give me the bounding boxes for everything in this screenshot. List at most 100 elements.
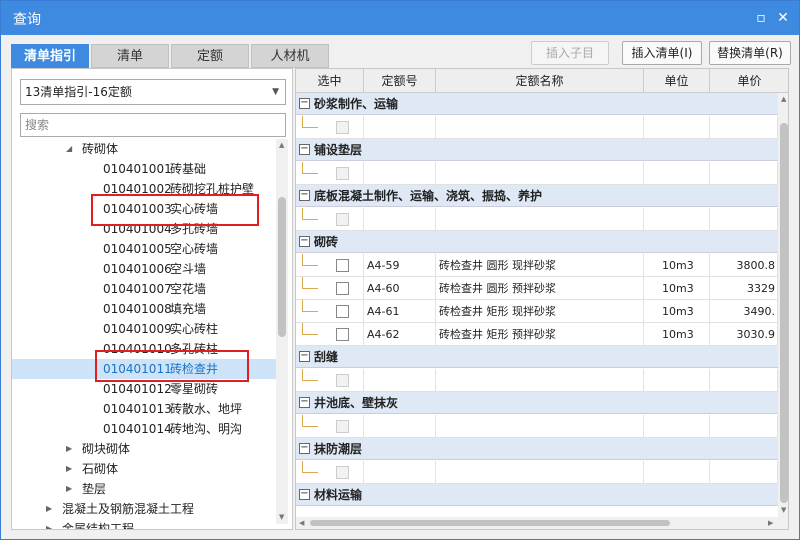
collapse-minus-icon[interactable]: − [299,236,310,247]
collapse-minus-icon[interactable]: − [299,489,310,500]
group-row[interactable]: − 井池底、壁抹灰 [296,392,778,414]
header-price[interactable]: 单价 [710,69,788,93]
scroll-left-icon[interactable]: ◀ [299,519,304,527]
select-checkbox[interactable] [336,121,349,134]
select-checkbox[interactable] [336,374,349,387]
guide-select-value: 13清单指引-16定额 [25,85,132,99]
left-scrollbar[interactable]: ▲ ▼ [276,139,288,524]
scroll-up-icon[interactable]: ▲ [781,95,786,103]
table-row[interactable] [296,415,778,438]
tree-folder[interactable]: ▶ 混凝土及钢筋混凝土工程 [12,499,276,519]
tab-quota[interactable]: 定额 [171,44,249,68]
close-icon[interactable]: ✕ [775,10,791,26]
tree-item-010401005[interactable]: 010401005 空心砖墙 [12,239,276,259]
grid-header: 选中 定额号 定额名称 单位 单价 [296,69,788,93]
select-checkbox[interactable] [336,167,349,180]
table-row[interactable] [296,369,778,392]
tree-item-010401006[interactable]: 010401006 空斗墙 [12,259,276,279]
window-title: 查询 [13,12,41,28]
tree-folder[interactable]: ◢ 砖砌体 [12,139,276,159]
select-checkbox[interactable] [336,305,349,318]
expand-triangle-icon[interactable]: ▶ [66,479,72,499]
group-row[interactable]: − 底板混凝土制作、运输、浇筑、振捣、养护 [296,185,778,207]
table-row[interactable]: A4-60 砖检查井 圆形 预拌砂浆 10m3 3329 [296,277,778,300]
tree-item-010401001[interactable]: 010401001 砖基础 [12,159,276,179]
collapse-minus-icon[interactable]: − [299,190,310,201]
select-checkbox[interactable] [336,466,349,479]
collapse-minus-icon[interactable]: − [299,144,310,155]
scroll-right-icon[interactable]: ▶ [768,519,773,527]
select-checkbox[interactable] [336,282,349,295]
tree-connector [302,254,318,266]
insert-list-button[interactable]: 插入清单(I) [622,41,702,65]
header-unit[interactable]: 单位 [644,69,710,93]
left-scroll-thumb[interactable] [278,197,286,337]
group-row[interactable]: − 刮缝 [296,346,778,368]
tree-folder[interactable]: ▶ 垫层 [12,479,276,499]
guide-select[interactable]: 13清单指引-16定额 ▼ [20,79,286,105]
insert-child-button[interactable]: 插入子目 [531,41,609,65]
expand-triangle-icon[interactable]: ▶ [46,519,52,529]
search-input[interactable]: 搜索 [20,113,286,137]
table-row[interactable] [296,208,778,231]
grid-vscroll-thumb[interactable] [780,123,788,503]
header-quota-name[interactable]: 定额名称 [436,69,644,93]
collapse-triangle-icon[interactable]: ◢ [66,139,72,159]
table-row[interactable]: A4-59 砖检查井 圆形 现拌砂浆 10m3 3800.8 [296,254,778,277]
tab-list[interactable]: 清单 [91,44,169,68]
expand-triangle-icon[interactable]: ▶ [46,499,52,519]
select-cell [296,162,364,185]
tree-connector [302,116,318,128]
tree-folder[interactable]: ▶ 砌块砌体 [12,439,276,459]
expand-triangle-icon[interactable]: ▶ [66,459,72,479]
empty-cell [644,415,710,438]
select-checkbox[interactable] [336,259,349,272]
tree-label: 实心砖柱 [170,322,219,336]
table-row[interactable] [296,162,778,185]
collapse-minus-icon[interactable]: − [299,397,310,408]
group-row[interactable]: − 砂浆制作、运输 [296,93,778,115]
tree-item-010401012[interactable]: 010401012 零星砌砖 [12,379,276,399]
scroll-up-icon[interactable]: ▲ [279,141,284,149]
tree-connector [302,162,318,174]
select-checkbox[interactable] [336,420,349,433]
collapse-minus-icon[interactable]: − [299,443,310,454]
table-row[interactable] [296,461,778,484]
select-checkbox[interactable] [336,213,349,226]
tree-item-010401008[interactable]: 010401008 填充墙 [12,299,276,319]
scroll-down-icon[interactable]: ▼ [781,506,786,514]
tree-label: 填充墙 [170,302,207,316]
table-row[interactable]: A4-62 砖检查井 矩形 预拌砂浆 10m3 3030.9 [296,323,778,346]
minimize-icon[interactable]: ▫ [753,10,769,26]
replace-list-button[interactable]: 替换清单(R) [709,41,791,65]
header-select[interactable]: 选中 [296,69,364,93]
tree-folder[interactable]: ▶ 石砌体 [12,459,276,479]
group-row[interactable]: − 铺设垫层 [296,139,778,161]
group-row[interactable]: − 砌砖 [296,231,778,253]
tree-label: 砖砌体 [82,142,119,156]
tree-item-010401013[interactable]: 010401013 砖散水、地坪 [12,399,276,419]
tab-labor-material[interactable]: 人材机 [251,44,329,68]
tree-item-010401009[interactable]: 010401009 实心砖柱 [12,319,276,339]
tree-connector [302,277,318,289]
query-dialog: 查询 ▫ ✕ 清单指引 清单 定额 人材机 插入子目 插入清单(I) 替换清单(… [0,0,800,540]
group-row[interactable]: − 材料运输 [296,484,778,506]
grid-horizontal-scrollbar[interactable]: ◀ ▶ [296,517,788,529]
collapse-minus-icon[interactable]: − [299,351,310,362]
tab-list-guide[interactable]: 清单指引 [11,44,89,68]
tree-folder[interactable]: ▶ 金属结构工程 [12,519,276,529]
grid-hscroll-thumb[interactable] [310,520,670,526]
table-row[interactable]: A4-61 砖检查井 矩形 现拌砂浆 10m3 3490. [296,300,778,323]
select-cell [296,208,364,231]
group-row[interactable]: − 抹防潮层 [296,438,778,460]
tree-item-010401014[interactable]: 010401014 砖地沟、明沟 [12,419,276,439]
header-quota-code[interactable]: 定额号 [364,69,436,93]
expand-triangle-icon[interactable]: ▶ [66,439,72,459]
unit-cell: 10m3 [644,254,710,277]
table-row[interactable] [296,116,778,139]
scroll-down-icon[interactable]: ▼ [279,513,284,521]
collapse-minus-icon[interactable]: − [299,98,310,109]
grid-vertical-scrollbar[interactable]: ▲ ▼ [778,93,788,517]
select-checkbox[interactable] [336,328,349,341]
tree-item-010401007[interactable]: 010401007 空花墙 [12,279,276,299]
